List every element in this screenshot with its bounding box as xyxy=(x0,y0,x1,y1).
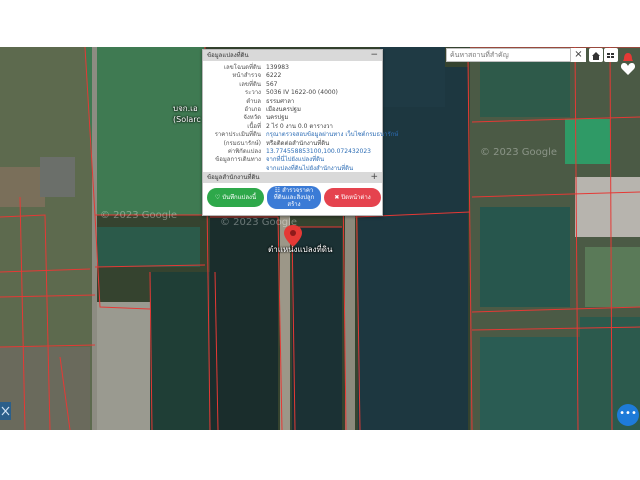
place-label-line1: บจก.เอ xyxy=(173,104,198,113)
layers-button[interactable] xyxy=(604,48,618,62)
detail-row: อำเภอ เมืองนครปฐม xyxy=(203,106,384,114)
detail-row: ข้อมูลการเดินทาง จากที่นี่ไปยังแปลงที่ดิน xyxy=(203,156,384,164)
detail-label: จังหวัด xyxy=(243,114,261,122)
land-office-title: ข้อมูลสำนักงานที่ดิน xyxy=(207,174,260,181)
place-label-line2: (Solarc xyxy=(173,115,201,124)
detail-row: ตำบล ธรรมศาลา xyxy=(203,98,384,106)
detail-label: ราคาประเมินที่ดิน xyxy=(214,131,261,139)
search-input[interactable]: ค้นหาสถานที่สำคัญ xyxy=(446,48,571,62)
land-office-section-header[interactable]: ข้อมูลสำนักงานที่ดิน + xyxy=(203,172,382,183)
detail-value: 2 ไร่ 0 งาน 0.0 ตารางวา xyxy=(266,122,333,130)
detail-row: เลขที่ดิน 567 xyxy=(203,81,384,89)
detail-row: (กรมธนารักษ์) หรือติดต่อสำนักงานที่ดิน xyxy=(203,140,384,148)
map-watermark: © 2023 Google xyxy=(100,210,178,221)
detail-row: เลขโฉนดที่ดิน 139983 xyxy=(203,64,384,72)
clear-search-button[interactable]: × xyxy=(571,48,586,62)
detail-label: เนื้อที่ xyxy=(247,122,261,130)
map-view[interactable]: บจก.เอ (Solarc © 2023 Google © 2023 Goog… xyxy=(0,47,640,430)
detail-row: ค่าพิกัดแปลง 13.774558853100,100.07243202… xyxy=(203,148,384,156)
panel-header-title: ข้อมูลแปลงที่ดิน xyxy=(207,52,249,59)
home-icon xyxy=(592,52,600,60)
detail-row: ราคาประเมินที่ดิน กรุณาตรวจสอบข้อมูลผ่านท… xyxy=(203,131,399,139)
detail-value: 5036 IV 1622-00 (4000) xyxy=(266,89,338,97)
map-watermark: © 2023 Google xyxy=(220,217,298,228)
collapse-button[interactable]: − xyxy=(370,50,378,61)
favorite-button[interactable] xyxy=(620,61,636,77)
parcel-details: เลขโฉนดที่ดิน 139983 หน้าสำรวจ 6222 เลขที่ดิ… xyxy=(203,61,399,172)
detail-row: ระวาง 5036 IV 1622-00 (4000) xyxy=(203,89,384,97)
pin-label: ตำแหน่งแปลงที่ดิน xyxy=(268,245,333,254)
detail-label: เลขที่ดิน xyxy=(239,80,261,88)
detail-value: ธรรมศาลา xyxy=(266,97,295,105)
detail-value[interactable]: หรือติดต่อสำนักงานที่ดิน xyxy=(266,140,329,148)
detail-row: เนื้อที่ 2 ไร่ 0 งาน 0.0 ตารางวา xyxy=(203,123,384,131)
more-options-button[interactable]: ••• xyxy=(617,404,639,426)
side-toggle-button[interactable] xyxy=(0,402,11,420)
detail-label: ตำบล xyxy=(246,97,261,105)
detail-value: นครปฐม xyxy=(266,114,289,122)
detail-row: จังหวัด นครปฐม xyxy=(203,114,384,122)
panel-header: ข้อมูลแปลงที่ดิน − xyxy=(203,50,382,61)
notification-button[interactable] xyxy=(622,49,634,61)
detail-value: 567 xyxy=(266,80,278,88)
grid-icon xyxy=(607,53,614,58)
detail-label: หน้าสำรวจ xyxy=(232,72,261,80)
heart-icon xyxy=(620,63,636,75)
detail-value[interactable]: 13.774558853100,100.072432023 xyxy=(266,148,371,156)
detail-value[interactable]: จากที่นี่ไปยังแปลงที่ดิน xyxy=(266,156,324,164)
survey-price-button[interactable]: ☷ สำรวจราคาที่ดินและสิ่งปลูกสร้าง xyxy=(267,186,321,209)
save-parcel-button[interactable]: ♡ บันทึกแปลงนี้ xyxy=(207,188,264,207)
detail-value: 6222 xyxy=(266,72,282,80)
close-window-button[interactable]: ✖ ปิดหน้าต่าง xyxy=(324,188,381,207)
detail-label: ข้อมูลการเดินทาง xyxy=(215,156,261,164)
detail-label: อำเภอ xyxy=(244,106,261,113)
detail-row: หน้าสำรวจ 6222 xyxy=(203,72,384,80)
place-label: บจก.เอ (Solarc xyxy=(173,102,201,124)
map-watermark: © 2023 Google xyxy=(480,147,558,158)
detail-label: ระวาง xyxy=(244,89,261,97)
parcel-info-panel: ข้อมูลแปลงที่ดิน − เลขโฉนดที่ดิน 139983 หน… xyxy=(202,49,399,216)
home-button[interactable] xyxy=(589,48,603,62)
detail-label: เลขโฉนดที่ดิน xyxy=(223,64,261,71)
detail-value[interactable]: กรุณาตรวจสอบข้อมูลผ่านทาง เว็บไซต์กรมธนา… xyxy=(266,131,398,139)
expand-button[interactable]: + xyxy=(370,172,378,183)
detail-label: (กรมธนารักษ์) xyxy=(223,139,261,147)
detail-label: ค่าพิกัดแปลง xyxy=(227,148,261,155)
detail-value: เมืองนครปฐม xyxy=(266,106,301,113)
detail-value: 139983 xyxy=(266,64,289,71)
expand-icon xyxy=(1,406,10,416)
